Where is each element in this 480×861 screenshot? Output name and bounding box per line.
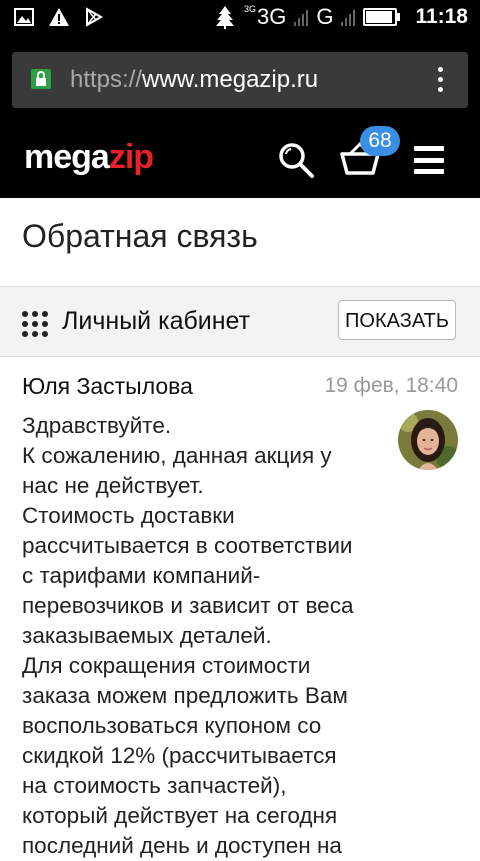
url-protocol: https:// (70, 66, 143, 93)
message-line: заказываемых деталей. (22, 623, 272, 648)
hamburger-menu-icon[interactable] (414, 146, 444, 174)
clock: 11:18 (415, 5, 468, 28)
lock-icon (31, 69, 51, 89)
grid-dots-icon (22, 311, 48, 337)
browser-toolbar: https://www.megazip.ru (0, 38, 480, 118)
message-body: Здравствуйте. К сожалению, данная акция у… (22, 411, 372, 861)
status-bar: 3G3G G 11:18 (0, 0, 480, 38)
show-button[interactable]: ПОКАЗАТЬ (338, 300, 456, 340)
message-line: нас не действует. (22, 473, 204, 498)
address-bar[interactable]: https://www.megazip.ru (12, 52, 468, 108)
search-icon[interactable] (276, 140, 316, 180)
site-logo[interactable]: megazip (24, 138, 154, 177)
message-line: К сожалению, данная акция у (22, 443, 332, 468)
notification-icons (14, 7, 104, 27)
image-icon (14, 8, 34, 26)
signal-bars-icon (294, 8, 309, 26)
cart-count-badge[interactable]: 68 (360, 126, 400, 156)
logo-zip: zip (108, 138, 154, 176)
battery-level (366, 11, 392, 23)
tree-icon (215, 6, 234, 29)
message-line: Для сокращения стоимости (22, 653, 311, 678)
message-line: рассчитывается в соответствии (22, 533, 353, 558)
avatar (398, 410, 458, 470)
message-line: с тарифами компаний- (22, 563, 261, 588)
play-store-icon (86, 7, 104, 27)
network-g-label: G (316, 4, 334, 29)
personal-cabinet-label: Личный кабинет (62, 307, 251, 335)
browser-menu-icon[interactable] (438, 67, 444, 92)
site-header: megazip 68 (0, 118, 480, 198)
signal-bars-secondary-icon (341, 8, 356, 26)
personal-cabinet-bar: Личный кабинет ПОКАЗАТЬ (0, 287, 480, 357)
message-line: Здравствуйте. (22, 413, 172, 438)
message-line: перевозчиков и зависит от веса (22, 593, 354, 618)
message-author: Юля Застылова (22, 373, 193, 399)
network-3g-label: 3G3G (243, 4, 287, 29)
message-line: заказа можем предложить Вам (22, 683, 348, 708)
message-date: 19 фев, 18:40 (324, 374, 458, 397)
url-host: www.megazip.ru (142, 66, 319, 93)
message-line: который действует на сегодня (22, 803, 338, 828)
warning-icon (49, 8, 69, 26)
message-line: скидкой 12% (рассчитывается (22, 743, 337, 768)
message-line: Стоимость доставки (22, 503, 235, 528)
logo-mega: mega (24, 138, 110, 176)
page-title: Обратная связь (22, 218, 258, 254)
message-line: воспользоваться купоном со (22, 713, 322, 738)
battery-icon (363, 8, 401, 26)
message-line: на стоимость запчастей), (22, 773, 287, 798)
message-line: последний день и доступен на (22, 833, 342, 858)
system-icons: 3G3G G 11:18 (214, 4, 468, 30)
url-text[interactable]: https://www.megazip.ru (70, 66, 318, 94)
